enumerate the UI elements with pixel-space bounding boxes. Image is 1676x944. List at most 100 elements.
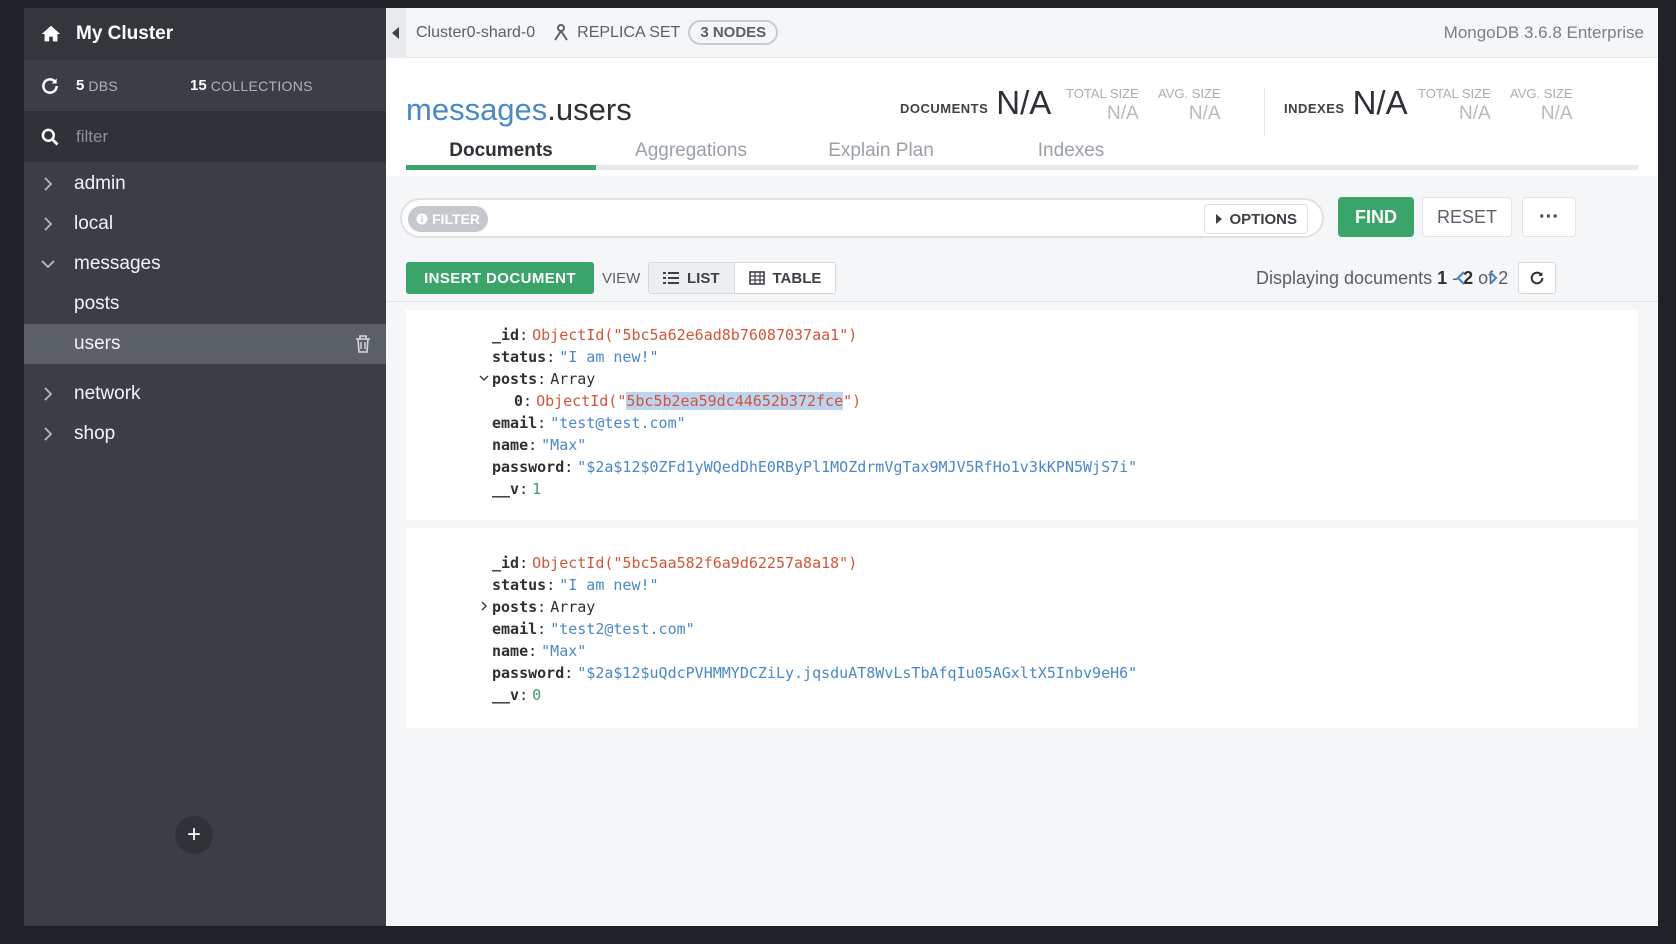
cluster-topbar: Cluster0-shard-0 REPLICA SET 3 NODES Mon… (386, 8, 1658, 58)
home-icon (41, 25, 61, 42)
objectid-value-selected[interactable]: 5bc5b2ea59dc44652b372fce (626, 392, 844, 410)
insert-document-button[interactable]: INSERT DOCUMENT (406, 262, 594, 294)
next-page-button[interactable] (1478, 262, 1508, 294)
tab-aggregations[interactable]: Aggregations (596, 130, 786, 165)
field-row: _id: ObjectId("5bc5aa582f6a9d62257a8a18") (492, 554, 858, 572)
field-value: "test@test.com" (550, 414, 686, 432)
field-key: email (492, 414, 538, 432)
doc-avg-size-label: AVG. SIZE (1158, 86, 1221, 101)
field-key: __v (492, 686, 520, 704)
dbs-label: DBS (88, 77, 119, 94)
chevron-down-icon[interactable] (478, 372, 490, 384)
document-card[interactable]: _id: ObjectId(" 5bc5a62e6ad8b76087037aa1 ")… (406, 310, 1638, 520)
query-filter-input[interactable] (498, 208, 1198, 226)
documents-label: DOCUMENTS (900, 101, 989, 116)
trash-icon[interactable] (354, 334, 372, 354)
stats-divider (1264, 88, 1265, 136)
objectid-prefix: ObjectId(" (536, 392, 627, 410)
refresh-documents-button[interactable] (1518, 262, 1556, 294)
collection-label: posts (74, 293, 120, 314)
chevron-right-icon (44, 427, 53, 441)
dbs-count: 5 (76, 77, 85, 94)
refresh-icon[interactable] (40, 76, 60, 96)
field-value: 1 (532, 480, 542, 498)
sidebar-db-network[interactable]: network (24, 374, 386, 414)
field-row: email: "test2@test.com" (492, 620, 695, 638)
field-row: status: "I am new!" (492, 348, 659, 366)
collapse-sidebar-button[interactable] (386, 8, 406, 58)
main-panel: Cluster0-shard-0 REPLICA SET 3 NODES Mon… (386, 8, 1658, 926)
tab-documents[interactable]: Documents (406, 130, 596, 170)
query-bar: FILTER OPTIONS (400, 198, 1324, 238)
tab-explain-plan[interactable]: Explain Plan (786, 130, 976, 165)
db-label: network (74, 383, 141, 404)
sidebar-filter (24, 112, 386, 162)
caret-left-icon (392, 26, 399, 39)
chevron-right-icon[interactable] (478, 600, 490, 612)
sidebar-collection-users[interactable]: users (24, 324, 386, 364)
doc-total-size-label: TOTAL SIZE (1066, 86, 1139, 101)
field-row: _id: ObjectId(" 5bc5a62e6ad8b76087037aa1 ") (492, 326, 858, 344)
sidebar-db-messages[interactable]: messages (24, 244, 386, 284)
doc-total-size: TOTAL SIZE N/A (1066, 86, 1139, 124)
field-type: Array (550, 598, 596, 616)
document-card[interactable]: _id: ObjectId("5bc5aa582f6a9d62257a8a18")… (406, 528, 1638, 728)
sidebar-db-admin[interactable]: admin (24, 164, 386, 204)
prev-page-button[interactable] (1446, 262, 1476, 294)
query-area: FILTER OPTIONS FIND RESET ··· INSERT DOC… (386, 176, 1658, 302)
array-item-row: 0: ObjectId(" 5bc5b2ea59dc44652b372fce ") (514, 392, 862, 410)
filter-pill[interactable]: FILTER (408, 206, 488, 232)
sidebar-collection-posts[interactable]: posts (24, 284, 386, 324)
dbs-stat: 5 DBS (76, 77, 190, 94)
more-options-button[interactable]: ··· (1522, 197, 1576, 237)
sidebar-db-shop[interactable]: shop (24, 414, 386, 454)
chevron-right-icon (44, 217, 53, 231)
options-button[interactable]: OPTIONS (1204, 204, 1308, 234)
field-row: __v:1 (492, 480, 542, 498)
doc-total-size-value: N/A (1107, 103, 1139, 124)
field-key: _id (492, 326, 520, 344)
field-value: "$2a$12$uQdcPVHMMYDCZiLy.jqsduAT8WvLsTbA… (577, 664, 1138, 682)
field-key: status (492, 348, 547, 366)
list-label: LIST (687, 269, 720, 287)
field-row: password: "$2a$12$uQdcPVHMMYDCZiLy.jqsduA… (492, 664, 1138, 682)
tab-indexes[interactable]: Indexes (976, 130, 1166, 165)
info-icon (416, 213, 428, 225)
field-row: status: "I am new!" (492, 576, 659, 594)
indexes-value: N/A (1352, 84, 1408, 121)
cluster-header[interactable]: My Cluster (24, 8, 386, 60)
list-icon (663, 272, 679, 284)
field-key: name (492, 436, 529, 454)
create-database-button[interactable]: + (175, 816, 213, 854)
field-key: password (492, 664, 565, 682)
table-icon (748, 271, 765, 285)
field-row: posts: Array (481, 596, 1638, 618)
reset-button[interactable]: RESET (1422, 197, 1512, 237)
field-key: posts (492, 598, 538, 616)
field-row: name: "Max" (492, 642, 587, 660)
db-label: messages (74, 253, 161, 274)
replica-set-label: REPLICA SET (577, 23, 681, 41)
sidebar-filter-input[interactable] (76, 127, 326, 147)
list-view-button[interactable]: LIST (649, 263, 734, 293)
db-label: local (74, 213, 114, 234)
nodes-badge: 3 NODES (688, 20, 779, 45)
app-window: My Cluster 5 DBS 15 COLLECTIONS admin (24, 8, 1658, 926)
sidebar-db-local[interactable]: local (24, 204, 386, 244)
field-row: email: "test@test.com" (492, 414, 686, 432)
collection-tabs: Documents Aggregations Explain Plan Inde… (406, 130, 1638, 170)
namespace-db: messages (406, 92, 548, 127)
table-view-button[interactable]: TABLE (733, 263, 836, 293)
collections-count: 15 (190, 77, 207, 94)
chevron-right-icon (44, 387, 53, 401)
documents-value: N/A (996, 84, 1052, 121)
documents-stat: DOCUMENTS N/A (900, 84, 1051, 122)
find-button[interactable]: FIND (1338, 197, 1414, 237)
refresh-icon (1530, 271, 1544, 285)
field-key: __v (492, 480, 520, 498)
options-label: OPTIONS (1229, 210, 1297, 228)
array-index: 0 (514, 392, 524, 410)
documents-list: _id: ObjectId(" 5bc5a62e6ad8b76087037aa1 ")… (386, 302, 1658, 926)
field-value: "Max" (541, 642, 587, 660)
field-row: name: "Max" (492, 436, 587, 454)
